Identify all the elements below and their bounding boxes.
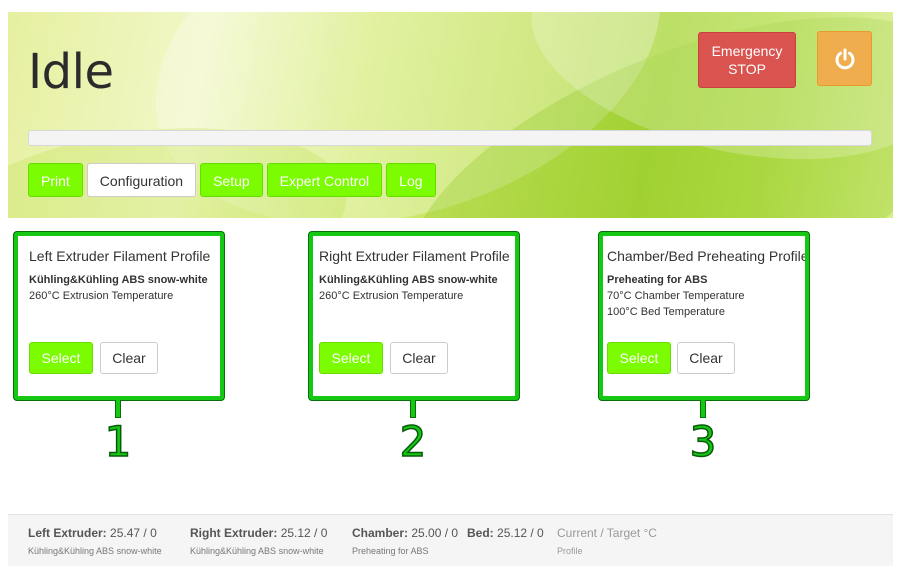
footer-left-extruder: Left Extruder: 25.47 / 0 Kühling&Kühling… xyxy=(28,526,162,556)
panel-detail-line: 100°C Bed Temperature xyxy=(607,306,725,318)
panel-detail-line: 260°C Extrusion Temperature xyxy=(29,290,174,302)
emergency-stop-label-line1: Emergency xyxy=(711,43,783,59)
tab-expert-control[interactable]: Expert Control xyxy=(266,163,383,197)
legend-current-target: Current / Target °C xyxy=(557,526,657,540)
temp-value: 25.12 / 0 xyxy=(497,526,544,540)
power-button[interactable] xyxy=(817,31,872,86)
temp-label: Left Extruder: xyxy=(28,526,107,540)
print-progress-bar xyxy=(28,130,872,146)
footer-chamber: Chamber: 25.00 / 0 Preheating for ABS xyxy=(352,526,458,556)
callout-number: 2 xyxy=(399,417,427,467)
tab-setup[interactable]: Setup xyxy=(200,163,263,197)
chamber-bed-preheating-panel: Chamber/Bed Preheating Profile Preheatin… xyxy=(599,232,809,400)
emergency-stop-label-line2: STOP xyxy=(728,61,766,77)
tab-print[interactable]: Print xyxy=(28,163,83,197)
temp-label: Right Extruder: xyxy=(190,526,278,540)
select-button[interactable]: Select xyxy=(319,342,383,374)
panel-profile-name: Kühling&Kühling ABS snow-white xyxy=(29,274,208,286)
footer-bed: Bed: 25.12 / 0 xyxy=(467,526,544,546)
main-tabs: Print Configuration Setup Expert Control… xyxy=(28,163,436,197)
callout-stem xyxy=(700,400,706,418)
panel-title: Left Extruder Filament Profile xyxy=(29,248,211,264)
temp-label: Chamber: xyxy=(352,526,409,540)
tab-configuration[interactable]: Configuration xyxy=(86,163,197,197)
panel-title: Right Extruder Filament Profile xyxy=(319,248,510,264)
clear-button[interactable]: Clear xyxy=(390,342,448,374)
callout-number: 3 xyxy=(689,417,717,467)
callout-number: 1 xyxy=(104,417,132,467)
right-extruder-profile-panel: Right Extruder Filament Profile Kühling&… xyxy=(309,232,519,400)
select-button[interactable]: Select xyxy=(607,342,671,374)
printer-status-title: Idle xyxy=(28,44,114,100)
footer-legend: Current / Target °C Profile xyxy=(557,526,657,556)
footer-right-extruder: Right Extruder: 25.12 / 0 Kühling&Kühlin… xyxy=(190,526,327,556)
header-banner: Idle Emergency STOP Print Configuration … xyxy=(8,12,893,218)
callout-stem xyxy=(115,400,121,418)
panel-detail-line: 260°C Extrusion Temperature xyxy=(319,290,464,302)
legend-profile: Profile xyxy=(557,546,583,556)
temp-profile: Kühling&Kühling ABS snow-white xyxy=(190,546,324,556)
temp-label: Bed: xyxy=(467,526,494,540)
temp-value: 25.47 / 0 xyxy=(110,526,157,540)
panel-title: Chamber/Bed Preheating Profile xyxy=(607,248,805,264)
temp-value: 25.00 / 0 xyxy=(411,526,459,540)
temperature-footer: Left Extruder: 25.47 / 0 Kühling&Kühling… xyxy=(8,514,893,566)
temp-value: 25.12 / 0 xyxy=(280,526,328,540)
callout-stem xyxy=(410,400,416,418)
tab-log[interactable]: Log xyxy=(386,163,436,197)
panel-profile-name: Kühling&Kühling ABS snow-white xyxy=(319,274,498,286)
emergency-stop-button[interactable]: Emergency STOP xyxy=(698,32,796,88)
panel-detail-line: 70°C Chamber Temperature xyxy=(607,290,745,302)
power-icon xyxy=(835,48,854,69)
panel-profile-name: Preheating for ABS xyxy=(607,274,708,286)
temp-profile: Kühling&Kühling ABS snow-white xyxy=(28,546,162,556)
select-button[interactable]: Select xyxy=(29,342,93,374)
clear-button[interactable]: Clear xyxy=(677,342,735,374)
left-extruder-profile-panel: Left Extruder Filament Profile Kühling&K… xyxy=(14,232,224,400)
clear-button[interactable]: Clear xyxy=(100,342,158,374)
temp-profile: Preheating for ABS xyxy=(352,546,429,556)
